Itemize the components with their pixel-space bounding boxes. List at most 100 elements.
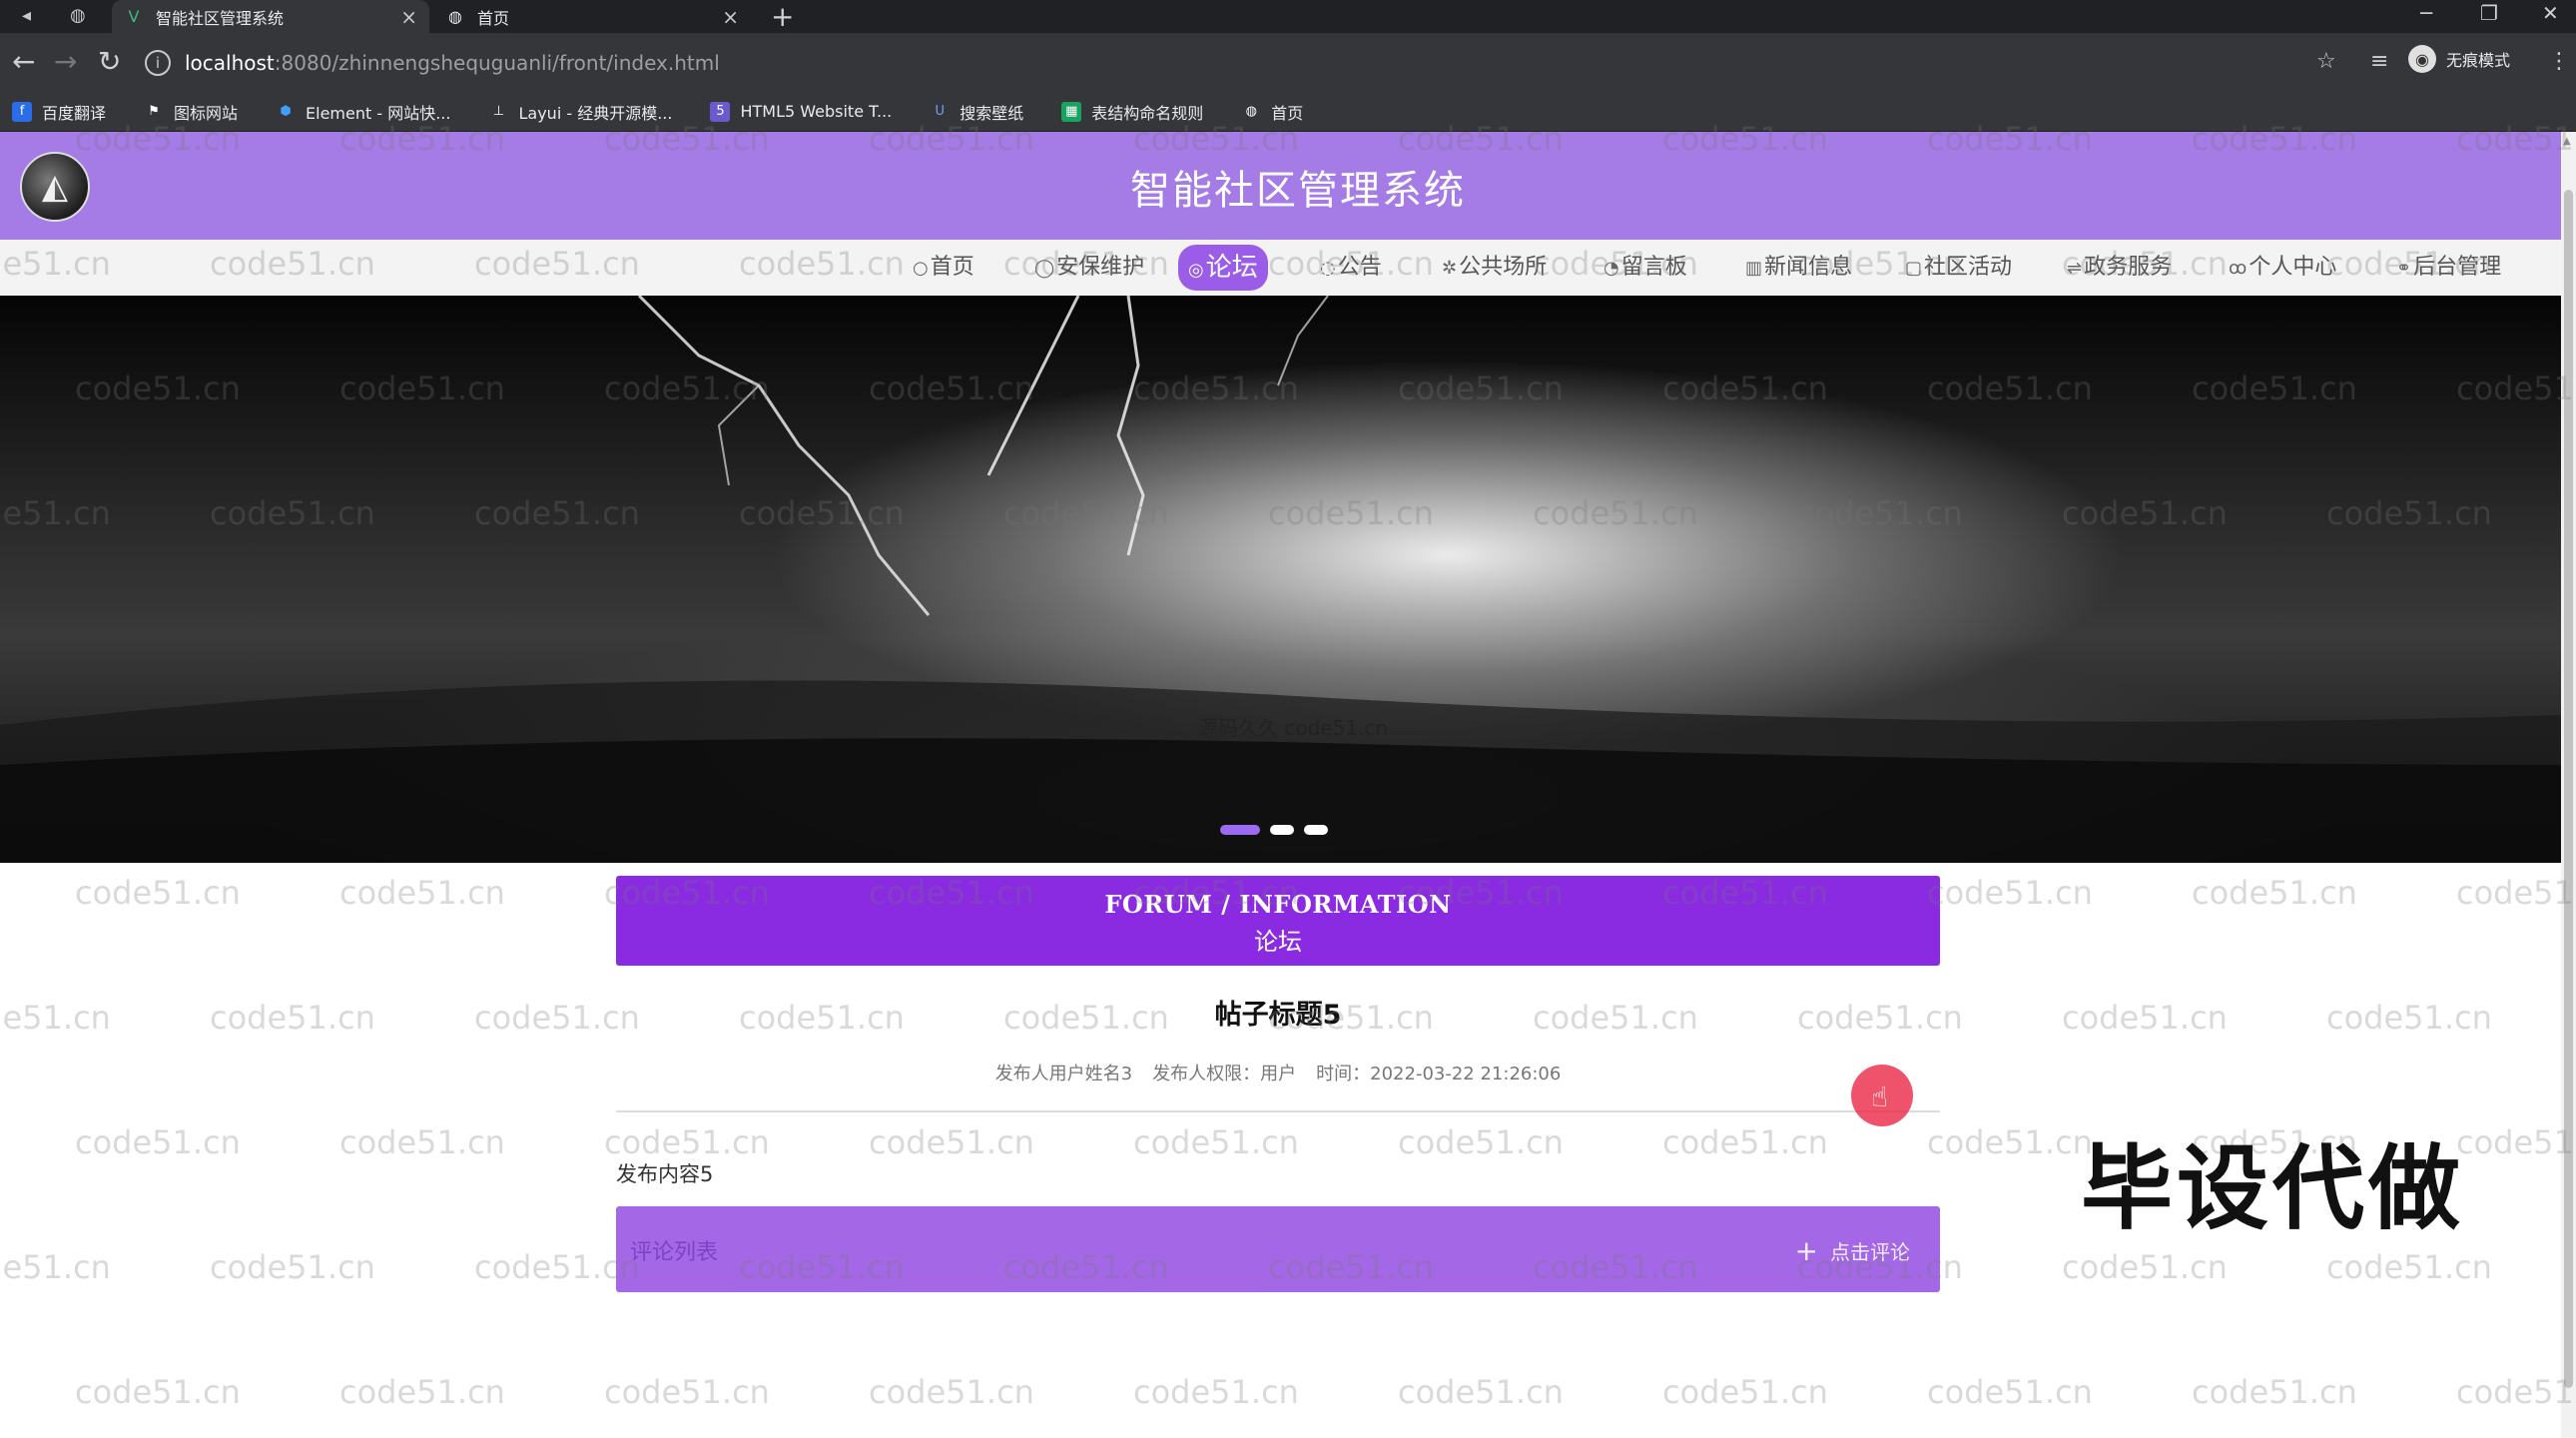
comment-list-bar: 评论列表 + 点击评论 <box>616 1206 1940 1292</box>
nav-item-user-center[interactable]: ꝏ个人中心 <box>2219 250 2346 286</box>
post-title: 帖子标题5 <box>1214 1000 1342 1031</box>
tab-search-icon[interactable]: ◂ <box>22 2 31 30</box>
layui-icon: ⊥ <box>492 104 505 119</box>
star-icon[interactable]: ☆ <box>2316 47 2336 77</box>
incognito-icon: ◉ <box>2408 45 2436 73</box>
nav-item-news[interactable]: ▥新闻信息 <box>1735 250 1862 286</box>
bookmark-item[interactable]: ⬢ Element - 网站快... <box>276 100 450 124</box>
section-title-bar: FORUM / INFORMATION 论坛 <box>616 876 1940 966</box>
browser-tab[interactable]: ◍ 首页 × <box>433 0 751 33</box>
bookmark-item[interactable]: ⊥ Layui - 经典开源模... <box>488 100 673 124</box>
post-author: 发布人用户姓名3 <box>994 1064 1133 1084</box>
bookmark-label: 图标网站 <box>174 103 239 123</box>
banner-carousel[interactable]: 源码久久 code51.cn <box>0 296 2561 863</box>
carousel-dot[interactable] <box>1270 825 1294 835</box>
plus-icon: + <box>1794 1234 1818 1267</box>
restore-icon[interactable]: ❐ <box>2480 0 2498 26</box>
message-icon: ◔ <box>1604 258 1619 279</box>
new-tab-icon[interactable]: + <box>771 0 794 33</box>
section-title-zh: 论坛 <box>1254 928 1302 956</box>
incognito-profile[interactable]: ◉ 无痕模式 <box>2408 45 2510 73</box>
bookmark-label: 表结构命名规则 <box>1091 103 1204 123</box>
vue-logo-icon: V <box>128 7 140 26</box>
nav-item-forum[interactable]: ◎论坛 <box>1178 245 1268 291</box>
place-icon: ✲ <box>1442 258 1458 279</box>
hand-cursor-icon: ☝ <box>1871 1080 1889 1113</box>
user-icon: ꝏ <box>2229 258 2248 279</box>
nav-item-activities[interactable]: ▢社区活动 <box>1895 250 2022 286</box>
globe-icon: ◍ <box>70 5 86 26</box>
bookmark-label: Element - 网站快... <box>306 103 451 123</box>
activity-icon: ▢ <box>1905 258 1923 279</box>
forum-icon: ◎ <box>1188 260 1204 281</box>
bookmark-label: HTML5 Website T... <box>740 102 893 121</box>
carousel-dot[interactable] <box>1304 825 1328 835</box>
nav-label: 首页 <box>930 255 974 280</box>
service-icon: ⇌ <box>2067 258 2083 279</box>
link-icon: ⚭ <box>2396 258 2412 279</box>
shield-icon: ◯ <box>1034 258 1055 279</box>
page-scrollbar[interactable]: ▲ <box>2561 132 2576 1438</box>
reading-list-icon[interactable]: ≡ <box>2370 47 2388 77</box>
translate-icon: f <box>12 101 32 122</box>
flag-icon: ⚑ <box>148 104 160 119</box>
sheet-icon: ▦ <box>1061 101 1082 122</box>
nav-item-home[interactable]: ○首页 <box>903 250 984 286</box>
nav-item-public-places[interactable]: ✲公共场所 <box>1432 250 1557 286</box>
home-icon: ○ <box>913 258 929 279</box>
forward-icon[interactable]: → <box>54 47 77 77</box>
profile-label: 无痕模式 <box>2446 51 2511 70</box>
browser-tab-active[interactable]: V 智能社区管理系统 × <box>112 0 429 33</box>
globe-icon: ◍ <box>448 7 462 26</box>
comment-list-label: 评论列表 <box>630 1240 719 1265</box>
bookmark-item[interactable]: ◍ 首页 <box>1241 100 1304 124</box>
bookmark-label: 首页 <box>1271 103 1304 123</box>
add-comment-label: 点击评论 <box>1830 1240 1910 1264</box>
bookmark-item[interactable]: f 百度翻译 <box>12 100 106 124</box>
post-content: 发布内容5 <box>616 1162 714 1186</box>
storm-scene-image: 源码久久 code51.cn <box>0 296 2561 863</box>
nav-item-gov-services[interactable]: ⇌政务服务 <box>2057 250 2182 286</box>
carousel-dot[interactable] <box>1220 825 1260 835</box>
globe-icon: ◍ <box>1245 104 1257 119</box>
bookmarks-bar: f 百度翻译 ⚑ 图标网站 ⬢ Element - 网站快... ⊥ Layui - 经… <box>0 92 2576 132</box>
bookmark-item[interactable]: U 搜索壁纸 <box>930 100 1024 124</box>
bookmark-item[interactable]: 5 HTML5 Website T... <box>710 101 893 122</box>
reload-icon[interactable]: ↻ <box>98 47 121 77</box>
bookmark-label: 百度翻译 <box>42 103 107 123</box>
bookmark-item[interactable]: ⚑ 图标网站 <box>144 100 238 124</box>
nav-label: 社区活动 <box>1924 255 2013 280</box>
address-bar[interactable]: i localhost:8080/zhinnengshequguanli/fro… <box>145 43 2341 83</box>
nav-item-message-board[interactable]: ◔留言板 <box>1594 250 1697 286</box>
scrollbar-thumb[interactable] <box>2564 190 2573 1388</box>
scroll-up-icon[interactable]: ▲ <box>2563 136 2571 147</box>
add-comment-button[interactable]: + 点击评论 <box>1795 1234 1910 1267</box>
post-role: 发布人权限：用户 <box>1152 1064 1297 1084</box>
back-icon[interactable]: ← <box>12 47 35 77</box>
minimize-icon[interactable]: ─ <box>2420 0 2432 26</box>
nav-item-notice[interactable]: ◌公告 <box>1310 250 1392 286</box>
close-icon[interactable]: × <box>722 5 739 29</box>
bookmark-item[interactable]: ▦ 表结构命名规则 <box>1061 100 1203 124</box>
main-nav: ○首页 ◯安保维护 ◎论坛 ◌公告 ✲公共场所 ◔留言板 ▥新闻信息 ▢社区活动… <box>0 240 2561 296</box>
nav-item-security[interactable]: ◯安保维护 <box>1024 250 1154 286</box>
menu-dots-icon[interactable]: ⋮ <box>2548 47 2570 77</box>
browser-tab-title: 首页 <box>477 8 510 28</box>
nav-item-admin[interactable]: ⚭后台管理 <box>2386 250 2511 286</box>
url-path: :8080/zhinnengshequguanli/front/index.ht… <box>274 51 720 75</box>
browser-tab-title: 智能社区管理系统 <box>156 8 285 28</box>
click-indicator: ☝ <box>1851 1065 1913 1126</box>
window-close-icon[interactable]: ✕ <box>2542 0 2559 26</box>
nav-label: 后台管理 <box>2413 255 2502 280</box>
nav-label: 新闻信息 <box>1764 255 1853 280</box>
nav-label: 论坛 <box>1205 253 1258 283</box>
info-icon[interactable]: i <box>145 50 171 76</box>
notice-icon: ◌ <box>1320 258 1336 279</box>
html5-icon: 5 <box>710 101 731 122</box>
browser-toolbar: ← → ↻ i localhost:8080/zhinnengshequguan… <box>0 33 2576 92</box>
bookmark-label: 搜索壁纸 <box>960 103 1024 123</box>
divider <box>616 1110 1940 1112</box>
element-icon: ⬢ <box>280 104 292 119</box>
close-icon[interactable]: × <box>400 5 417 29</box>
carousel-indicators <box>1220 825 1338 835</box>
